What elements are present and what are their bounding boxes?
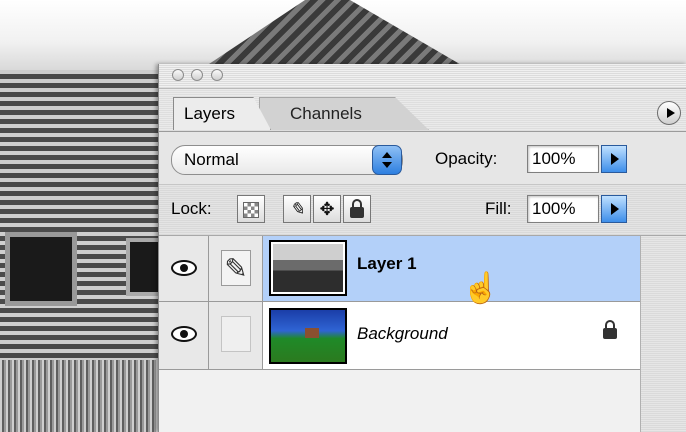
close-icon[interactable] [172, 69, 184, 81]
layer-row-layer-1[interactable]: ✎ Layer 1 [159, 236, 641, 302]
padlock-icon [350, 199, 364, 218]
brush-icon: ✎ [289, 199, 305, 219]
house-window [5, 232, 77, 306]
lock-row: Lock: ✎ ✥ Fill: 100% [159, 185, 686, 236]
fill-label: Fill: [485, 199, 512, 218]
layer-name: Background [357, 324, 448, 343]
blend-mode-select[interactable]: Normal [171, 145, 403, 175]
palette-menu-arrow-icon[interactable] [657, 101, 681, 125]
move-icon: ✥ [319, 199, 335, 219]
visibility-toggle[interactable] [159, 302, 209, 369]
tab-layers[interactable]: Layers [173, 97, 271, 130]
lock-all-button[interactable] [343, 195, 371, 223]
eye-icon [171, 326, 197, 342]
minimize-icon[interactable] [191, 69, 203, 81]
checkerboard-icon [243, 202, 259, 218]
opacity-field[interactable]: 100% [527, 145, 599, 173]
lock-label: Lock: [171, 199, 212, 218]
eye-icon [171, 260, 197, 276]
layer-thumbnail [269, 240, 347, 296]
lock-position-button[interactable]: ✥ [313, 195, 341, 223]
grass [0, 360, 160, 432]
lock-icon [603, 320, 617, 339]
layers-palette: Channels Layers Normal Opacity: 100% Loc… [158, 64, 686, 432]
palette-titlebar[interactable] [159, 64, 686, 89]
blend-row: Normal Opacity: 100% [159, 132, 686, 185]
visibility-toggle[interactable] [159, 236, 209, 301]
lock-transparency-button[interactable] [237, 195, 265, 223]
fill-slider-button[interactable] [601, 195, 627, 223]
lock-pixels-button[interactable]: ✎ [283, 195, 311, 223]
empty-link-box [221, 316, 251, 352]
opacity-label: Opacity: [435, 149, 498, 168]
brush-icon: ✎ [221, 250, 251, 286]
hand-cursor-icon: ☝ [462, 272, 500, 305]
house-wall [0, 70, 160, 370]
layer-link-toggle[interactable] [209, 302, 263, 369]
opacity-slider-button[interactable] [601, 145, 627, 173]
palette-tabs: Channels Layers [159, 89, 686, 132]
blend-mode-value: Normal [184, 150, 239, 169]
layer-thumbnail [269, 308, 347, 364]
tab-channels[interactable]: Channels [259, 97, 429, 130]
barn-shape [305, 328, 319, 338]
zoom-icon[interactable] [211, 69, 223, 81]
layer-name: Layer 1 [357, 254, 417, 273]
updown-arrows-icon[interactable] [372, 145, 402, 175]
layer-row-background[interactable]: Background [159, 302, 641, 370]
layers-scrollbar[interactable] [640, 236, 686, 432]
layer-link-toggle[interactable]: ✎ [209, 236, 263, 301]
fill-field[interactable]: 100% [527, 195, 599, 223]
layers-list: ✎ Layer 1 Background [159, 236, 686, 432]
